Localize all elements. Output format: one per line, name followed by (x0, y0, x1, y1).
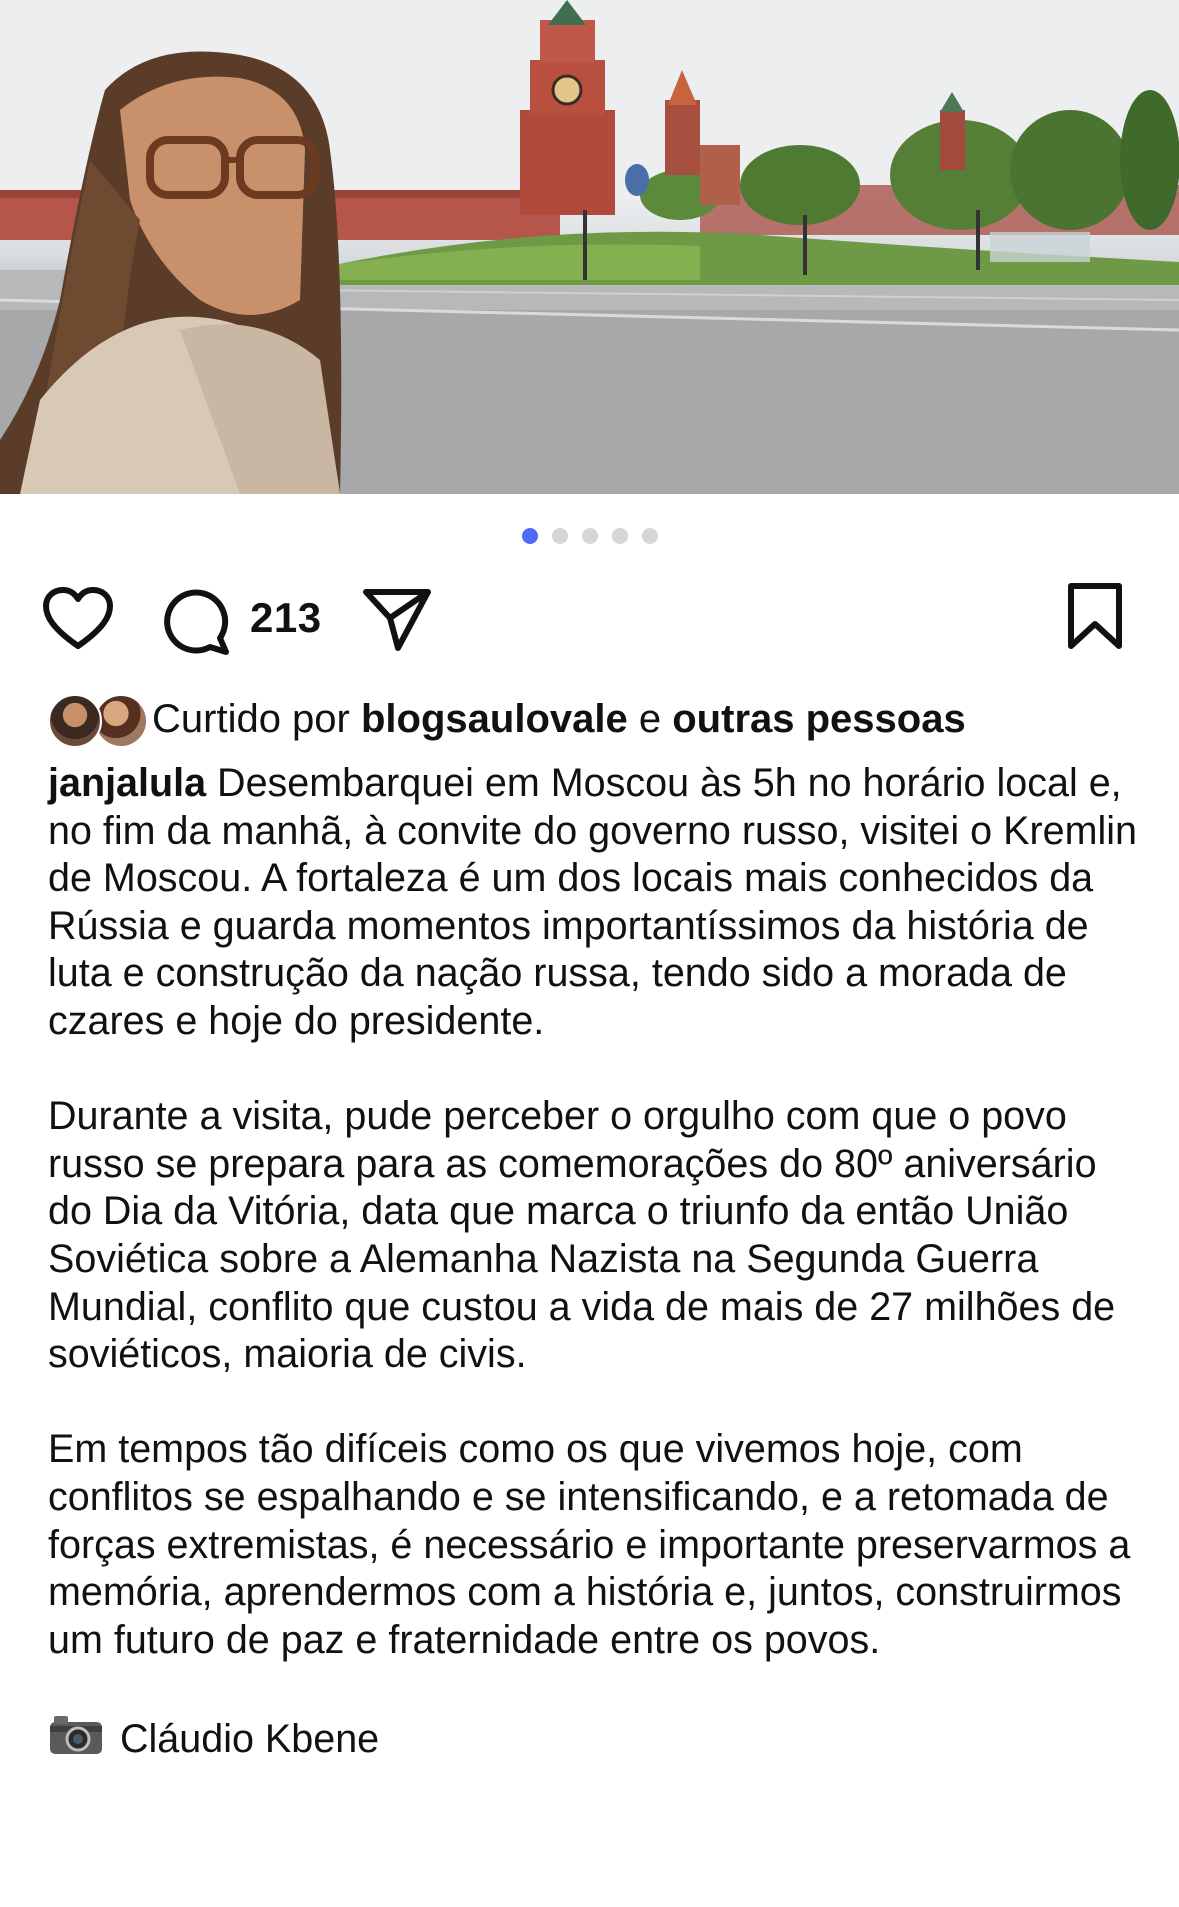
avatar (48, 694, 102, 748)
caption-paragraph-3: Em tempos tão difíceis como os que vivem… (48, 1427, 1131, 1662)
caption-username[interactable]: janjalula (48, 761, 206, 805)
bookmark-icon (1068, 583, 1122, 649)
post-caption: janjalula Desembarquei em Moscou às 5h n… (48, 760, 1148, 1767)
post-action-bar: 213 (0, 580, 1179, 660)
carousel-indicator (0, 528, 1179, 544)
post-image[interactable] (0, 0, 1179, 494)
save-button[interactable] (1065, 582, 1125, 650)
kremlin-photo (0, 0, 1179, 494)
heart-icon (43, 587, 113, 649)
likes-prefix: Curtido por (152, 696, 350, 741)
caption-paragraph-2: Durante a visita, pude perceber o orgulh… (48, 1094, 1116, 1377)
credit-text: Cláudio Kbene (120, 1716, 380, 1761)
carousel-dot (551, 528, 568, 544)
send-icon (363, 589, 431, 651)
share-button[interactable] (362, 586, 432, 652)
caption-paragraph-1: janjalula Desembarquei em Moscou às 5h n… (48, 760, 1148, 1046)
carousel-dot (581, 528, 598, 544)
comment-count[interactable]: 213 (250, 594, 322, 642)
camera-icon (48, 1712, 104, 1768)
comment-button[interactable] (162, 586, 232, 656)
photo-credit: Cláudio Kbene (48, 1712, 1148, 1768)
likes-others-link[interactable]: outras pessoas (672, 697, 965, 741)
likes-summary[interactable]: Curtido por blogsaulovale e outras pesso… (48, 690, 966, 748)
carousel-dot (641, 528, 658, 544)
like-button[interactable] (42, 586, 114, 652)
carousel-dot-active (521, 528, 538, 544)
caption-text-1: Desembarquei em Moscou às 5h no horário … (48, 761, 1137, 1043)
carousel-dot (611, 528, 628, 544)
avatar (94, 694, 148, 748)
liker-username[interactable]: blogsaulovale (361, 697, 628, 741)
comment-icon (164, 589, 229, 655)
likes-text: Curtido por blogsaulovale e outras pesso… (152, 697, 966, 742)
liker-avatars (48, 692, 148, 748)
likes-connector: e (638, 696, 662, 741)
